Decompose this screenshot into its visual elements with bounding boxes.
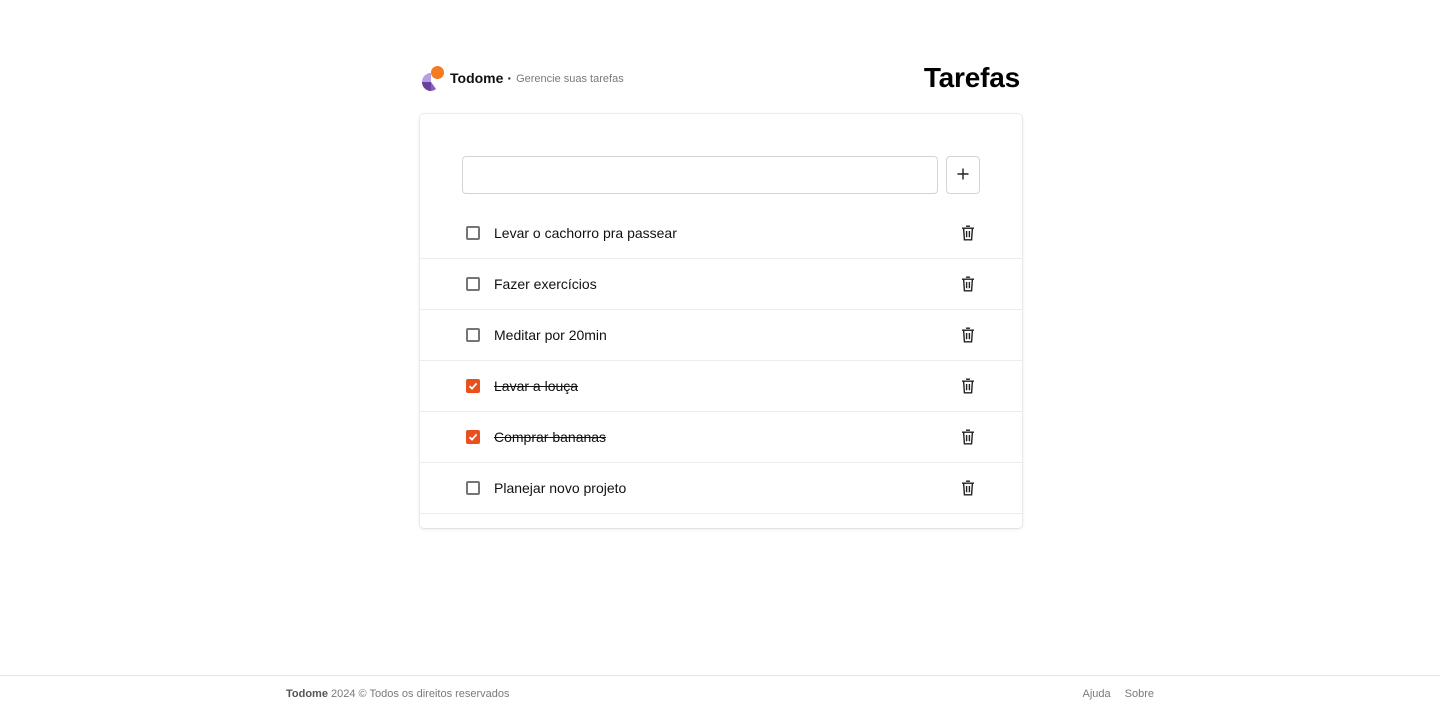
app-footer: Todome 2024 © Todos os direitos reservad… [0, 675, 1440, 712]
trash-icon [962, 429, 974, 445]
task-checkbox[interactable] [466, 379, 480, 393]
task-checkbox[interactable] [466, 430, 480, 444]
footer-links: Ajuda Sobre [1083, 688, 1155, 700]
task-checkbox[interactable] [466, 481, 480, 495]
task-checkbox[interactable] [466, 226, 480, 240]
task-row: Fazer exercícios [420, 259, 1022, 310]
checkmark-icon [468, 382, 478, 390]
task-list: Levar o cachorro pra passear Fazer exerc… [420, 208, 1022, 514]
delete-task-button[interactable] [960, 428, 976, 446]
trash-icon [962, 480, 974, 496]
task-row: Planejar novo projeto [420, 463, 1022, 514]
brand-separator: · [507, 70, 513, 86]
task-checkbox[interactable] [466, 328, 480, 342]
trash-icon [962, 327, 974, 343]
task-row: Levar o cachorro pra passear [420, 208, 1022, 259]
delete-task-button[interactable] [960, 479, 976, 497]
brand[interactable]: Todome · Gerencie suas tarefas [420, 65, 624, 91]
footer-copyright: Todome 2024 © Todos os direitos reservad… [286, 688, 510, 700]
task-label: Levar o cachorro pra passear [494, 225, 677, 241]
task-label: Planejar novo projeto [494, 480, 627, 496]
delete-task-button[interactable] [960, 275, 976, 293]
trash-icon [962, 225, 974, 241]
task-label: Meditar por 20min [494, 327, 607, 343]
delete-task-button[interactable] [960, 224, 976, 242]
page-title: Tarefas [923, 62, 1020, 93]
footer-brand: Todome [286, 688, 328, 700]
add-task-row [462, 156, 980, 194]
tasks-card: Levar o cachorro pra passear Fazer exerc… [420, 114, 1022, 528]
task-checkbox[interactable] [466, 277, 480, 291]
add-task-button[interactable] [946, 156, 980, 194]
trash-icon [962, 276, 974, 292]
task-row: Meditar por 20min [420, 310, 1022, 361]
trash-icon [962, 378, 974, 394]
app-page: Todome · Gerencie suas tarefas Tarefas L… [0, 0, 1440, 712]
new-task-input[interactable] [462, 156, 938, 194]
task-label: Comprar bananas [494, 429, 607, 445]
footer-link-help[interactable]: Ajuda [1083, 688, 1111, 700]
brand-tagline: Gerencie suas tarefas [516, 73, 624, 85]
task-label: Lavar a louça [494, 378, 579, 394]
task-label: Fazer exercícios [494, 276, 597, 292]
delete-task-button[interactable] [960, 377, 976, 395]
footer-link-about[interactable]: Sobre [1125, 688, 1154, 700]
delete-task-button[interactable] [960, 326, 976, 344]
task-row: Lavar a louça [420, 361, 1022, 412]
todome-logo-icon [420, 65, 446, 91]
task-row: Comprar bananas [420, 412, 1022, 463]
app-header: Todome · Gerencie suas tarefas Tarefas [420, 60, 1020, 96]
brand-name: Todome [450, 70, 504, 86]
checkmark-icon [468, 433, 478, 441]
footer-copyright-text: 2024 © Todos os direitos reservados [331, 688, 510, 700]
plus-icon [957, 168, 969, 183]
